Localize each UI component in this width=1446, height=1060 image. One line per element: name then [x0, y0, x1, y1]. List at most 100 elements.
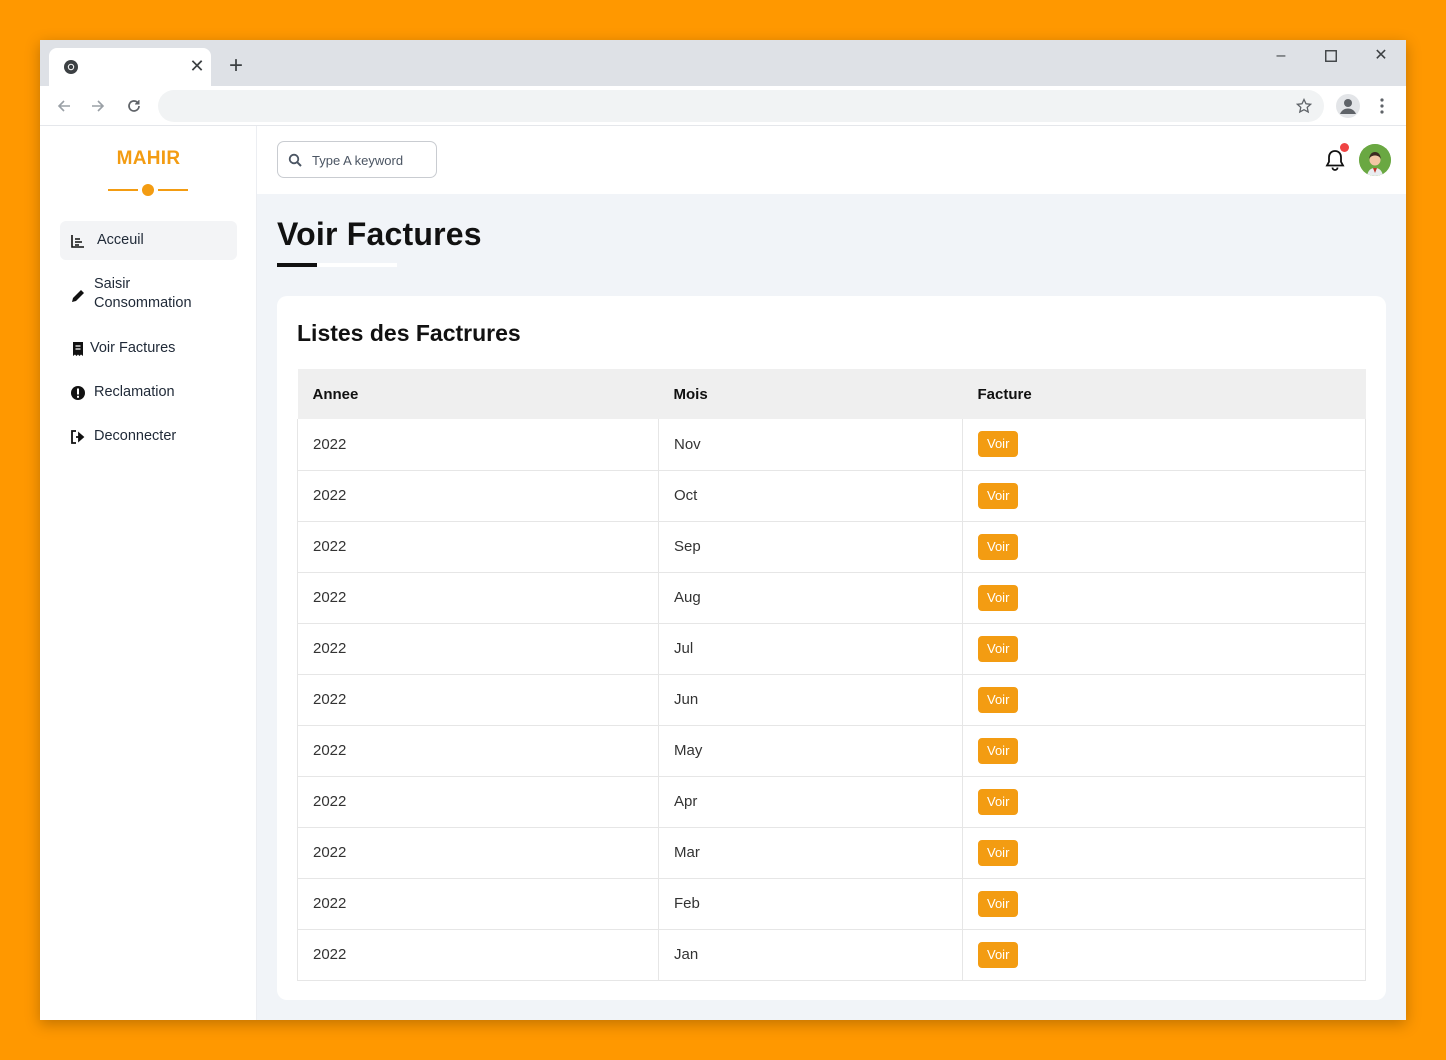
- menu-kebab-icon[interactable]: [1373, 95, 1391, 117]
- table-header-row: Annee Mois Facture: [297, 369, 1366, 419]
- search-icon: [288, 153, 302, 167]
- app: MAHIR Acceuil Saisir Consommation Voir F…: [40, 126, 1406, 1020]
- cell-facture: Voir: [962, 827, 1366, 879]
- cell-mois: Mar: [658, 827, 963, 879]
- avatar[interactable]: [1359, 144, 1391, 176]
- cell-facture: Voir: [962, 929, 1366, 981]
- cell-facture: Voir: [962, 623, 1366, 675]
- sidebar-item-deconnecter[interactable]: Deconnecter: [60, 426, 237, 448]
- new-tab-button[interactable]: +: [224, 54, 248, 79]
- arrow-left-icon: [57, 100, 70, 112]
- page-title: Voir Factures: [277, 216, 482, 252]
- brand-logo: MAHIR: [116, 148, 181, 169]
- cell-facture: Voir: [962, 470, 1366, 522]
- topbar: [257, 126, 1406, 194]
- invoices-card: Listes des Factrures Annee Mois Facture …: [277, 296, 1386, 1000]
- reload-button[interactable]: [123, 95, 145, 117]
- cell-facture: Voir: [962, 725, 1366, 777]
- cell-annee: 2022: [297, 572, 659, 624]
- sidebar-item-label: Deconnecter: [94, 428, 177, 444]
- cell-facture: Voir: [962, 572, 1366, 624]
- voir-button[interactable]: Voir: [978, 737, 1019, 764]
- cell-mois: Jun: [658, 674, 963, 726]
- reload-icon: [128, 100, 140, 112]
- cell-annee: 2022: [297, 776, 659, 828]
- browser-tab[interactable]: ✕: [49, 48, 211, 86]
- address-bar[interactable]: [158, 90, 1324, 122]
- voir-button[interactable]: Voir: [978, 533, 1019, 560]
- sidebar-item-saisir-consommation[interactable]: Saisir Consommation: [60, 275, 237, 319]
- table-row: 2022 Feb Voir: [297, 878, 1366, 930]
- sidebar-item-label: Acceuil: [97, 232, 144, 248]
- voir-button[interactable]: Voir: [978, 584, 1019, 611]
- sidebar-item-reclamation[interactable]: Reclamation: [60, 382, 237, 404]
- sign-out-icon: [71, 430, 85, 444]
- voir-button[interactable]: Voir: [978, 839, 1019, 866]
- table-row: 2022 Mar Voir: [297, 827, 1366, 879]
- cell-annee: 2022: [297, 878, 659, 930]
- cell-facture: Voir: [962, 776, 1366, 828]
- column-header-annee: Annee: [312, 385, 359, 403]
- cell-annee: 2022: [297, 827, 659, 879]
- voir-button[interactable]: Voir: [978, 431, 1019, 458]
- search-input[interactable]: [312, 150, 430, 170]
- cell-mois: Sep: [658, 521, 963, 573]
- cell-mois: Jan: [658, 929, 963, 981]
- cell-facture: Voir: [962, 521, 1366, 573]
- profile-icon[interactable]: [1336, 94, 1360, 118]
- cell-mois: Feb: [658, 878, 963, 930]
- table-row: 2022 Apr Voir: [297, 776, 1366, 828]
- cell-mois: Nov: [658, 419, 963, 471]
- voir-button[interactable]: Voir: [978, 686, 1019, 713]
- sidebar-item-label: Voir Factures: [90, 340, 176, 356]
- cell-mois: May: [658, 725, 963, 777]
- brand-divider: [108, 184, 188, 196]
- table-row: 2022 May Voir: [297, 725, 1366, 777]
- browser-window: ✕ + – ✕ MAHIR Acceuil Saisir Consommatio…: [40, 40, 1406, 1020]
- sidebar-item-voir-factures[interactable]: Voir Factures: [60, 338, 237, 360]
- exclamation-circle-icon: [71, 386, 85, 400]
- maximize-button[interactable]: [1316, 46, 1346, 66]
- search-box[interactable]: [277, 141, 437, 178]
- card-title: Listes des Factrures: [297, 320, 521, 346]
- receipt-icon: [73, 342, 83, 356]
- title-underline: [277, 263, 397, 267]
- cell-mois: Oct: [658, 470, 963, 522]
- voir-button[interactable]: Voir: [978, 890, 1019, 917]
- browser-toolbar: [40, 86, 1406, 126]
- sidebar: MAHIR Acceuil Saisir Consommation Voir F…: [40, 126, 257, 1020]
- cell-annee: 2022: [297, 470, 659, 522]
- table-row: 2022 Jul Voir: [297, 623, 1366, 675]
- table-row: 2022 Aug Voir: [297, 572, 1366, 624]
- invoices-table: Annee Mois Facture 2022 Nov Voir 2022 Oct Voi…: [297, 369, 1366, 981]
- notification-badge: [1340, 143, 1349, 152]
- table-row: 2022 Sep Voir: [297, 521, 1366, 573]
- close-window-button[interactable]: ✕: [1366, 46, 1396, 66]
- cell-annee: 2022: [297, 623, 659, 675]
- cell-annee: 2022: [297, 521, 659, 573]
- column-header-facture: Facture: [977, 385, 1032, 403]
- arrow-right-icon: [92, 100, 105, 112]
- bookmark-star-icon[interactable]: [1294, 96, 1314, 116]
- table-row: 2022 Oct Voir: [297, 470, 1366, 522]
- tab-close-icon[interactable]: ✕: [187, 56, 207, 76]
- cell-annee: 2022: [297, 929, 659, 981]
- minimize-button[interactable]: –: [1266, 46, 1296, 66]
- main-content: Voir Factures Listes des Factrures Annee…: [257, 126, 1406, 1020]
- sidebar-item-acceuil[interactable]: Acceuil: [60, 221, 237, 260]
- table-row: 2022 Nov Voir: [297, 419, 1366, 471]
- chrome-icon: [64, 60, 78, 74]
- forward-button[interactable]: [87, 95, 109, 117]
- voir-button[interactable]: Voir: [978, 482, 1019, 509]
- sidebar-item-label: Reclamation: [94, 384, 175, 400]
- voir-button[interactable]: Voir: [978, 788, 1019, 815]
- cell-facture: Voir: [962, 878, 1366, 930]
- voir-button[interactable]: Voir: [978, 635, 1019, 662]
- table-row: 2022 Jun Voir: [297, 674, 1366, 726]
- cell-mois: Aug: [658, 572, 963, 624]
- voir-button[interactable]: Voir: [978, 941, 1019, 968]
- cell-mois: Apr: [658, 776, 963, 828]
- back-button[interactable]: [53, 95, 75, 117]
- maximize-icon: [1325, 50, 1337, 62]
- cell-facture: Voir: [962, 419, 1366, 471]
